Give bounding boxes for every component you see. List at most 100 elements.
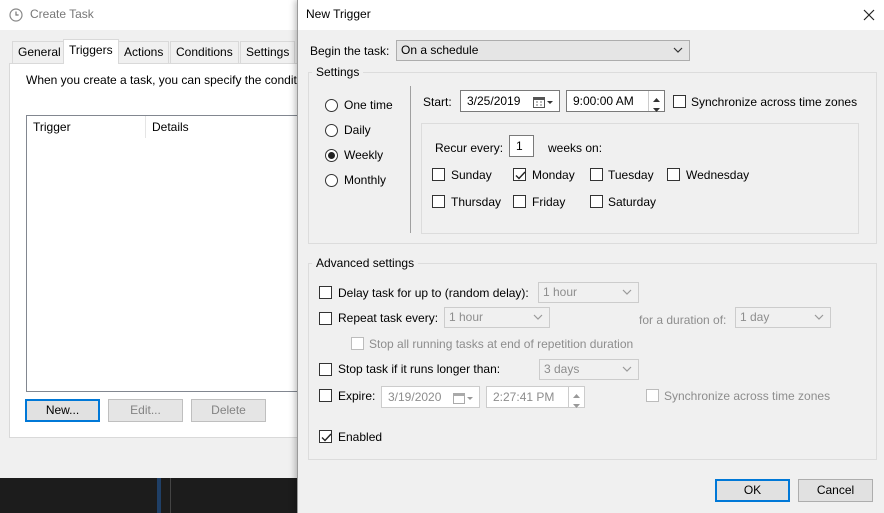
- checkmark-icon: [321, 433, 332, 442]
- taskbar-indicator: [157, 478, 161, 513]
- expire-time-value: 2:27:41 PM: [493, 390, 555, 404]
- settings-separator: [410, 86, 411, 233]
- stop-running-tasks-label: Stop all running tasks at end of repetit…: [369, 337, 634, 351]
- day-saturday-label: Saturday: [608, 195, 657, 209]
- close-icon[interactable]: [858, 4, 880, 26]
- sync-time-zones-label: Synchronize across time zones: [691, 95, 858, 109]
- duration-select[interactable]: 1 day: [735, 307, 831, 328]
- expire-date-picker[interactable]: 3/19/2020: [381, 386, 480, 408]
- dialog-titlebar: [298, 0, 884, 30]
- start-time-value: 9:00:00 AM: [573, 94, 634, 108]
- day-thursday-label: Thursday: [451, 195, 502, 209]
- tab-actions[interactable]: Actions: [118, 41, 170, 63]
- day-wednesday-label: Wednesday: [686, 168, 750, 182]
- start-date-picker[interactable]: 3/25/2019: [460, 90, 560, 112]
- edit-trigger-button[interactable]: Edit...: [108, 399, 183, 422]
- expire-date-value: 3/19/2020: [388, 390, 442, 404]
- enabled-checkbox[interactable]: [319, 430, 332, 443]
- delay-select[interactable]: 1 hour: [538, 282, 639, 303]
- stop-running-tasks-checkbox[interactable]: [351, 337, 364, 350]
- chevron-down-icon: [673, 41, 685, 60]
- expire-label: Expire:: [338, 389, 376, 403]
- day-wednesday-checkbox[interactable]: [667, 168, 680, 181]
- taskbar-divider: [170, 478, 171, 513]
- repeat-checkbox[interactable]: [319, 312, 332, 325]
- calendar-icon[interactable]: [533, 95, 555, 115]
- triggers-list[interactable]: [26, 115, 316, 392]
- chevron-down-icon: [814, 308, 826, 327]
- start-time-field[interactable]: 9:00:00 AM: [566, 90, 665, 112]
- begin-task-label: Begin the task:: [310, 44, 390, 58]
- day-monday-checkbox[interactable]: [513, 168, 526, 181]
- radio-weekly-label: Weekly: [344, 148, 384, 162]
- chevron-down-icon: [622, 283, 634, 302]
- delay-checkbox[interactable]: [319, 286, 332, 299]
- start-date-value: 3/25/2019: [467, 94, 521, 108]
- start-time-spinner[interactable]: [648, 91, 664, 112]
- create-task-title: Create Task: [30, 7, 94, 21]
- begin-task-value: On a schedule: [401, 43, 479, 57]
- expire-time-field[interactable]: 2:27:41 PM: [486, 386, 585, 408]
- enabled-label: Enabled: [338, 430, 383, 444]
- radio-weekly[interactable]: [325, 149, 338, 162]
- day-sunday-checkbox[interactable]: [432, 168, 445, 181]
- new-trigger-button[interactable]: New...: [25, 399, 100, 422]
- cancel-button[interactable]: Cancel: [798, 479, 873, 502]
- tab-triggers[interactable]: Triggers: [63, 39, 119, 64]
- radio-monthly-label: Monthly: [344, 173, 387, 187]
- delay-label: Delay task for up to (random delay):: [338, 286, 529, 300]
- column-details[interactable]: Details: [146, 116, 298, 138]
- repeat-select[interactable]: 1 hour: [444, 307, 550, 328]
- delay-value: 1 hour: [543, 285, 578, 299]
- taskbar: [0, 478, 300, 513]
- stop-longer-value: 3 days: [544, 362, 580, 376]
- radio-monthly[interactable]: [325, 174, 338, 187]
- radio-one-time[interactable]: [325, 99, 338, 112]
- spin-down-icon[interactable]: [649, 101, 664, 112]
- spin-up-icon[interactable]: [569, 387, 584, 398]
- stop-longer-select[interactable]: 3 days: [539, 359, 639, 380]
- day-tuesday-checkbox[interactable]: [590, 168, 603, 181]
- day-saturday-checkbox[interactable]: [590, 195, 603, 208]
- expire-time-spinner[interactable]: [568, 387, 584, 408]
- stop-longer-checkbox[interactable]: [319, 363, 332, 376]
- day-friday-checkbox[interactable]: [513, 195, 526, 208]
- recur-every-label: Recur every:: [435, 141, 504, 155]
- triggers-description: When you create a task, you can specify …: [26, 73, 300, 87]
- advanced-settings-title: Advanced settings: [312, 256, 419, 270]
- day-monday-label: Monday: [532, 168, 575, 182]
- day-tuesday-label: Tuesday: [608, 168, 654, 182]
- radio-one-time-label: One time: [344, 98, 393, 112]
- repeat-value: 1 hour: [449, 310, 484, 324]
- expire-sync-label: Synchronize across time zones: [664, 389, 831, 403]
- ok-button[interactable]: OK: [715, 479, 790, 502]
- spin-down-icon[interactable]: [569, 397, 584, 408]
- column-trigger[interactable]: Trigger: [27, 116, 146, 138]
- dialog-title: New Trigger: [306, 7, 371, 21]
- radio-daily[interactable]: [325, 124, 338, 137]
- begin-task-select[interactable]: On a schedule: [396, 40, 690, 61]
- recur-weeks-input[interactable]: 1: [509, 135, 534, 157]
- recur-weeks-value: 1: [516, 139, 523, 153]
- chevron-down-icon: [533, 308, 545, 327]
- weeks-on-label: weeks on:: [548, 141, 603, 155]
- duration-label: for a duration of:: [639, 313, 727, 327]
- stop-longer-label: Stop task if it runs longer than:: [338, 362, 501, 376]
- calendar-icon[interactable]: [453, 391, 475, 411]
- expire-checkbox[interactable]: [319, 389, 332, 402]
- tab-conditions[interactable]: Conditions: [170, 41, 239, 63]
- duration-value: 1 day: [740, 310, 770, 324]
- expire-sync-checkbox[interactable]: [646, 389, 659, 402]
- radio-daily-label: Daily: [344, 123, 371, 137]
- day-thursday-checkbox[interactable]: [432, 195, 445, 208]
- tab-general[interactable]: General: [12, 41, 67, 63]
- day-sunday-label: Sunday: [451, 168, 492, 182]
- tab-settings[interactable]: Settings: [240, 41, 296, 63]
- sync-time-zones-checkbox[interactable]: [673, 95, 686, 108]
- start-label: Start:: [423, 95, 452, 109]
- settings-group-title: Settings: [312, 65, 364, 79]
- day-friday-label: Friday: [532, 195, 566, 209]
- delete-trigger-button[interactable]: Delete: [191, 399, 266, 422]
- radio-selected-dot: [328, 152, 335, 159]
- spin-up-icon[interactable]: [649, 91, 664, 102]
